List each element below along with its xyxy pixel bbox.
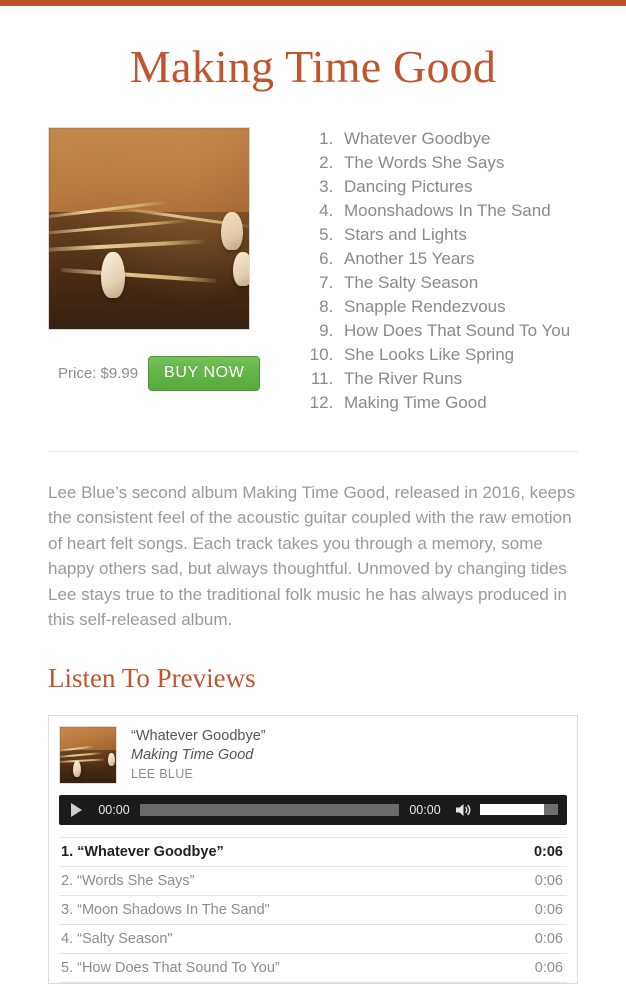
play-triangle-glyph bbox=[70, 802, 82, 817]
album-description: Lee Blue’s second album Making Time Good… bbox=[48, 482, 576, 630]
table-row[interactable]: 2. “Words She Says” 0:06 bbox=[59, 866, 567, 896]
preview-track-duration: 0:06 bbox=[533, 843, 563, 860]
now-playing-artist: LEE BLUE bbox=[131, 766, 194, 781]
tracklist-item: The Words She Says bbox=[338, 151, 570, 175]
tracklist-item: The River Runs bbox=[338, 367, 570, 391]
tracklist-item: Whatever Goodbye bbox=[338, 127, 570, 151]
preview-track-duration: 0:06 bbox=[534, 872, 563, 889]
preview-track-duration: 0:06 bbox=[534, 901, 563, 918]
volume-slider-thumb[interactable] bbox=[544, 804, 558, 816]
album-overview-section: Price: $9.99 BUY NOW Whatever Goodbye Th… bbox=[48, 126, 578, 415]
table-row[interactable]: 5. “How Does That Sound To You” 0:06 bbox=[59, 953, 567, 983]
preview-track-index: 2. bbox=[61, 872, 74, 889]
preview-track-title: “Whatever Goodbye” bbox=[77, 843, 224, 860]
thumbnail-bridge-pin bbox=[108, 753, 116, 767]
previews-heading: Listen To Previews bbox=[48, 662, 256, 693]
tracklist-item: Dancing Pictures bbox=[338, 175, 570, 199]
preview-track-title: “Moon Shadows In The Sand" bbox=[77, 901, 270, 918]
buy-now-button[interactable]: BUY NOW bbox=[148, 355, 261, 391]
preview-track-label: 1. “Whatever Goodbye” bbox=[59, 837, 498, 866]
audio-player-panel: “Whatever Goodbye” Making Time Good LEE … bbox=[48, 714, 578, 984]
tracklist-item: How Does That Sound To You bbox=[338, 319, 570, 343]
table-row[interactable]: 3. “Moon Shadows In The Sand" 0:06 bbox=[59, 895, 567, 925]
preview-track-index: 3. bbox=[61, 901, 74, 918]
current-time-display: 00:00 bbox=[98, 802, 130, 817]
preview-track-label: 3. “Moon Shadows In The Sand" bbox=[59, 895, 498, 924]
preview-track-index: 1. bbox=[61, 843, 74, 860]
play-icon[interactable] bbox=[66, 800, 86, 820]
audio-controls-bar: 00:00 00:00 bbox=[59, 794, 567, 825]
preview-track-title: “Words She Says” bbox=[77, 872, 195, 889]
now-playing-header: “Whatever Goodbye” Making Time Good LEE … bbox=[59, 725, 567, 784]
speaker-icon-glyph bbox=[456, 803, 471, 816]
tracklist-item: The Salty Season bbox=[338, 271, 570, 295]
section-divider bbox=[48, 450, 578, 452]
now-playing-meta: “Whatever Goodbye” Making Time Good LEE … bbox=[117, 726, 266, 783]
preview-track-label: 4. “Salty Season" bbox=[59, 924, 498, 953]
preview-track-duration: 0:06 bbox=[534, 930, 563, 947]
progress-slider[interactable] bbox=[140, 803, 399, 816]
preview-track-index: 5. bbox=[61, 959, 74, 976]
volume-slider[interactable] bbox=[480, 804, 558, 816]
preview-track-title: “How Does That Sound To You” bbox=[77, 959, 280, 976]
speaker-icon[interactable] bbox=[453, 800, 475, 820]
tracklist-item: Moonshadows In The Sand bbox=[338, 199, 570, 223]
preview-track-title: “Salty Season" bbox=[77, 930, 173, 947]
price-label: Price: $9.99 bbox=[58, 364, 139, 382]
preview-track-index: 4. bbox=[61, 930, 74, 947]
purchase-row: Price: $9.99 BUY NOW bbox=[48, 355, 298, 391]
preview-track-table: 1. “Whatever Goodbye” 0:06 2. “Words She… bbox=[59, 837, 567, 983]
top-accent-bar bbox=[0, 0, 626, 6]
preview-track-label: 5. “How Does That Sound To You” bbox=[59, 953, 498, 982]
album-art-column: Price: $9.99 BUY NOW bbox=[48, 126, 298, 391]
page-container: Making Time Good Price: $9.99 BUY NOW 1.… bbox=[0, 41, 626, 984]
album-tracklist: Whatever Goodbye The Words She Says Danc… bbox=[298, 127, 570, 415]
duration-display: 00:00 bbox=[409, 802, 441, 817]
tracklist-item: She Looks Like Spring bbox=[338, 343, 570, 367]
tracklist-item: Another 15 Years bbox=[338, 247, 570, 271]
table-row[interactable]: 4. “Salty Season" 0:06 bbox=[59, 924, 567, 954]
table-row[interactable]: 1. “Whatever Goodbye” 0:06 bbox=[59, 837, 567, 867]
now-playing-title: “Whatever Goodbye” bbox=[131, 727, 266, 744]
tracklist-item: Stars and Lights bbox=[338, 223, 570, 247]
now-playing-thumbnail bbox=[59, 725, 117, 784]
now-playing-album: Making Time Good bbox=[131, 746, 254, 763]
album-art-highlight bbox=[49, 127, 249, 329]
preview-track-duration: 0:06 bbox=[534, 959, 563, 976]
tracklist-item: Snapple Rendezvous bbox=[338, 295, 570, 319]
page-title: Making Time Good bbox=[129, 41, 497, 92]
album-art-image bbox=[48, 126, 250, 330]
preview-track-label: 2. “Words She Says” bbox=[59, 866, 498, 895]
tracklist-item: Making Time Good bbox=[338, 391, 570, 415]
